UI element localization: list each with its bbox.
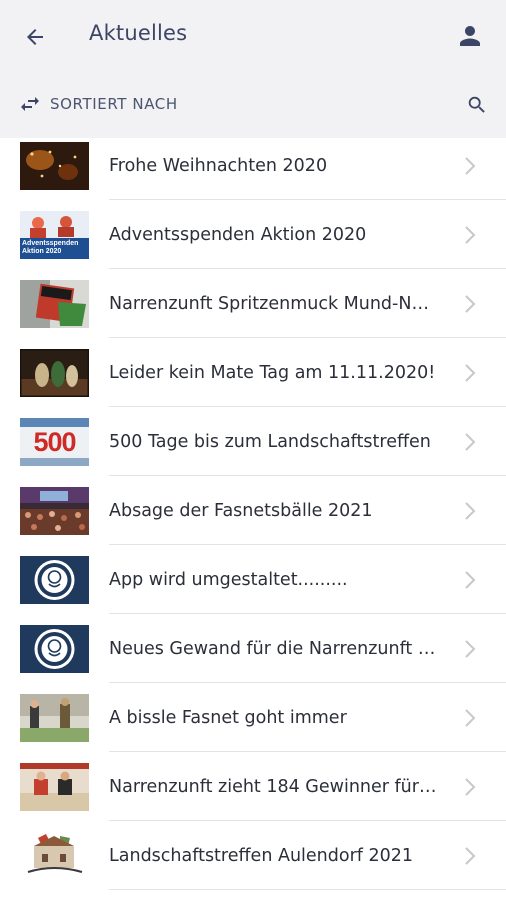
aulendorf-logo-thumbnail <box>20 831 89 880</box>
chevron-right-icon <box>465 639 476 658</box>
page-title: Aktuelles <box>89 21 188 45</box>
chevron-right-icon <box>465 432 476 451</box>
chevron-right-icon <box>465 294 476 313</box>
list-item-label: Frohe Weihnachten 2020 <box>109 155 328 176</box>
chevron-right-icon <box>465 846 476 865</box>
thumbnail-number: 500 <box>33 426 76 457</box>
list-item-label: Narrenzunft Spritzenmuck Mund-N… <box>109 293 429 314</box>
chevron-right-icon <box>465 570 476 589</box>
list-item-label: 500 Tage bis zum Landschaftstreffen <box>109 431 431 452</box>
search-icon <box>468 96 485 113</box>
swap-horizontal-icon <box>21 97 39 111</box>
sort-button[interactable]: SORTIERT NACH <box>18 90 178 118</box>
list-item[interactable]: A bissle Fasnet goht immer <box>0 683 506 752</box>
list-item[interactable]: Landschaftstreffen Aulendorf 2021 <box>0 821 506 890</box>
chevron-right-icon <box>465 225 476 244</box>
list-item-label: Absage der Fasnetsbälle 2021 <box>109 500 373 521</box>
list-item[interactable]: Adventsspenden Aktion 2020 Adventsspende… <box>0 200 506 269</box>
list-item[interactable]: 500 500 Tage bis zum Landschaftstreffen <box>0 407 506 476</box>
list-item[interactable]: Neues Gewand für die Narrenzunft … <box>0 614 506 683</box>
news-list: Frohe Weihnachten 2020 Adventsspenden Ak… <box>0 134 506 900</box>
masks-thumbnail <box>20 279 89 328</box>
mate-tag-thumbnail <box>20 348 89 397</box>
search-button[interactable] <box>462 90 492 120</box>
sort-label: SORTIERT NACH <box>50 95 178 113</box>
christmas-photo-thumbnail <box>20 141 89 190</box>
back-button[interactable] <box>18 20 52 54</box>
spritzenmuck-logo-thumbnail <box>20 555 89 604</box>
chevron-right-icon <box>465 363 476 382</box>
chevron-right-icon <box>465 708 476 727</box>
list-item-label: Neues Gewand für die Narrenzunft … <box>109 638 436 659</box>
list-item-label: Narrenzunft zieht 184 Gewinner für… <box>109 776 437 797</box>
app-bar: Aktuelles <box>0 0 506 72</box>
lottery-photo-thumbnail <box>20 762 89 811</box>
header-bar: Aktuelles SORTIERT NACH <box>0 0 506 138</box>
list-item[interactable]: Frohe Weihnachten 2020 <box>0 134 506 200</box>
list-item-label: Adventsspenden Aktion 2020 <box>109 224 367 245</box>
divider <box>109 889 506 890</box>
thumbnail-caption: Adventsspenden Aktion 2020 <box>22 239 79 255</box>
list-item-label: Landschaftstreffen Aulendorf 2021 <box>109 845 414 866</box>
list-item[interactable]: Absage der Fasnetsbälle 2021 <box>0 476 506 545</box>
list-item-label: A bissle Fasnet goht immer <box>109 707 347 728</box>
list-item-label: Leider kein Mate Tag am 11.11.2020! <box>109 362 436 383</box>
profile-button[interactable] <box>452 18 488 54</box>
arrow-left-icon <box>27 29 43 45</box>
list-item[interactable]: Narrenzunft Spritzenmuck Mund-N… <box>0 269 506 338</box>
person-icon <box>460 26 480 46</box>
adventsspenden-thumbnail: Adventsspenden Aktion 2020 <box>20 210 89 259</box>
list-item-label: App wird umgestaltet......... <box>109 569 348 590</box>
spritzenmuck-logo-thumbnail <box>20 624 89 673</box>
chevron-right-icon <box>465 156 476 175</box>
list-item[interactable]: Leider kein Mate Tag am 11.11.2020! <box>0 338 506 407</box>
costume-photo-thumbnail <box>20 693 89 742</box>
sort-bar: SORTIERT NACH <box>0 84 506 124</box>
chevron-right-icon <box>465 501 476 520</box>
500-tage-thumbnail: 500 <box>20 417 89 466</box>
list-item[interactable]: App wird umgestaltet......... <box>0 545 506 614</box>
ballroom-thumbnail <box>20 486 89 535</box>
list-item[interactable]: Narrenzunft zieht 184 Gewinner für… <box>0 752 506 821</box>
chevron-right-icon <box>465 777 476 796</box>
